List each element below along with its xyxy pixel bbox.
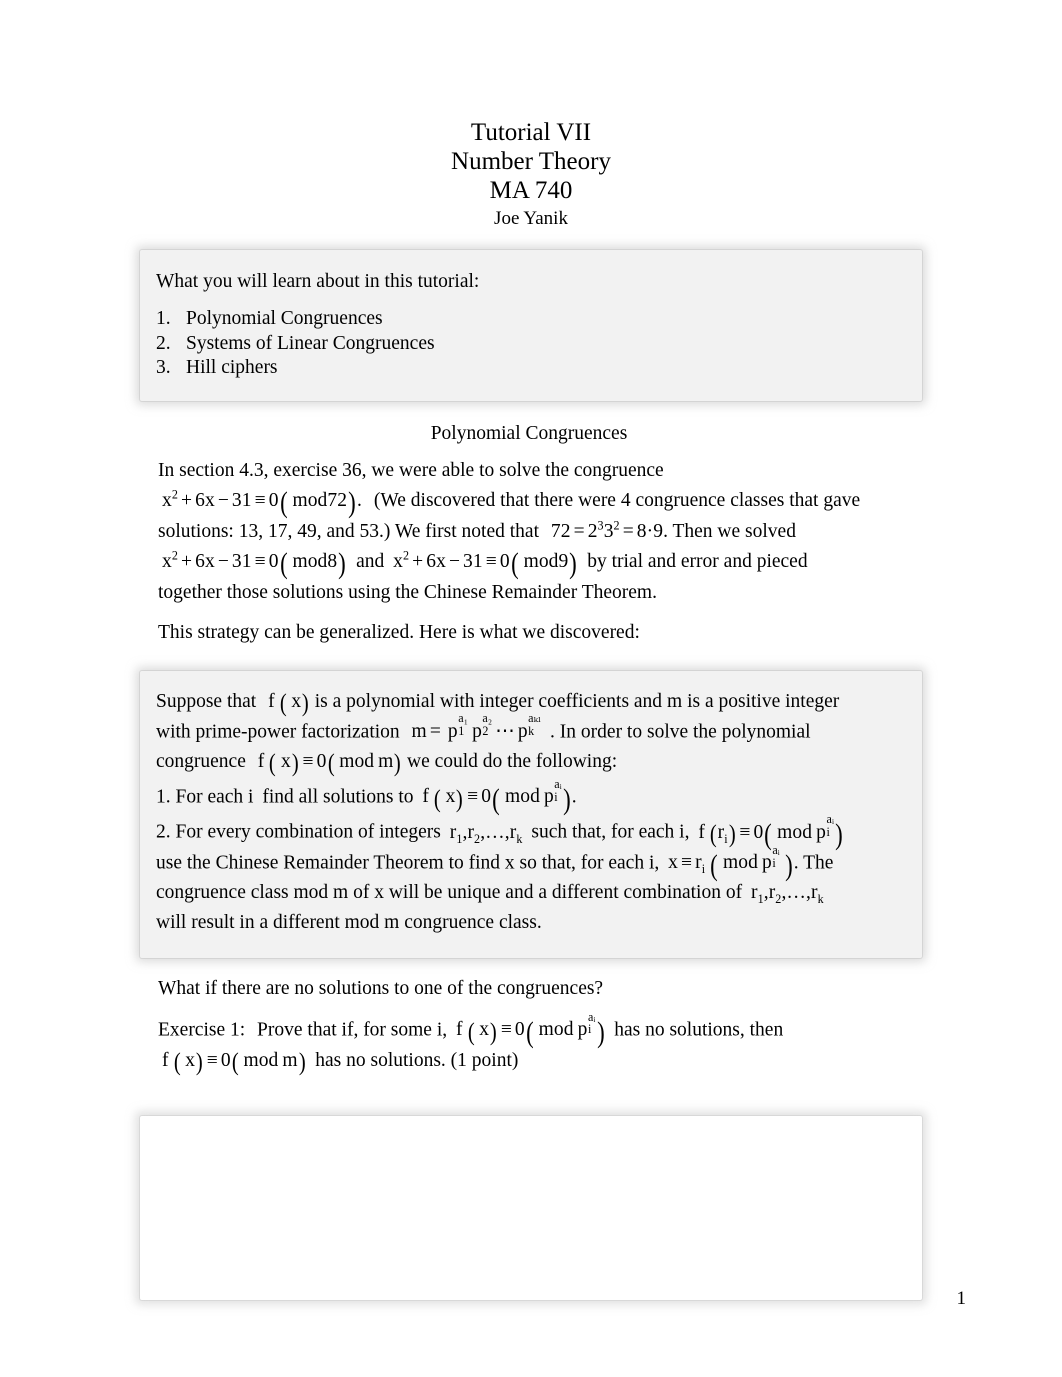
math-factorization-72: 72 = 2332 = 8·9: [550, 518, 664, 542]
exercise-text-c: has no solutions. (1 point): [315, 1049, 519, 1071]
title-line-course: MA 740: [489, 177, 573, 204]
objectives-box: What you will learn about in this tutori…: [140, 250, 922, 401]
title-line-tutorial: Tutorial VII: [470, 119, 592, 146]
section-heading: Polynomial Congruences: [430, 422, 628, 444]
theory-line-2: with prime-power factorization m = p a₁ 1 p a₂…: [156, 711, 908, 747]
list-item-number: 3.: [156, 357, 171, 378]
step-1-text-a: For each i: [175, 786, 254, 808]
math-congruence-mod8: x2 +6x −31 ≡ 0(mod8): [162, 548, 347, 581]
exercise-section: What if there are no solutions to one of…: [146, 974, 916, 1076]
step-2-text-d: . The: [793, 852, 834, 874]
no-solutions-question: What if there are no solutions to one of…: [158, 978, 604, 1000]
step-2-text-b: such that, for each i,: [531, 821, 690, 843]
math-congruence-mod-m: f(x) ≡ 0(mod m): [257, 748, 402, 778]
exercise-label: Exercise 1:: [158, 1019, 246, 1041]
intro-joiner: and: [356, 551, 385, 572]
math-congruence-mod72: x2 +6x −31 ≡ 0(mod72).: [162, 487, 367, 520]
step-1-text-b: find all solutions to: [262, 786, 414, 808]
math-exercise-congruence-m: f(x) ≡ 0(mod m): [162, 1047, 306, 1077]
step-2-text-f: will result in a different mod m congrue…: [156, 912, 542, 934]
theory-line-2a: with prime-power factorization: [156, 720, 400, 742]
theory-line-1b: is a polynomial with integer coefficient…: [314, 690, 663, 712]
math-r-sequence-1: r1,r2,…,rk: [449, 821, 523, 846]
math-exercise-congruence-pi: f(x) ≡ 0(mod p aᵢ i): [456, 1009, 605, 1049]
theory-line-3b: we could do the following:: [406, 750, 618, 772]
section-polynomial-congruences: Polynomial Congruences In section 4.3, e…: [146, 422, 916, 649]
objectives-list: 1. Polynomial Congruences 2. Systems of …: [156, 307, 908, 381]
step-2-text-e: congruence class mod m of x will be uniq…: [156, 882, 743, 904]
math-step2-crt-solution: x ≡ ri(mod p aᵢ i): [668, 842, 793, 882]
exercise-text-b: has no solutions, then: [614, 1019, 784, 1041]
strategy-paragraph: This strategy can be generalized. Here i…: [158, 622, 640, 643]
theory-box: Suppose that f(x) is a polynomial with i…: [140, 670, 922, 959]
intro-line-2a: solutions: 13, 17, 49, and 53.) We first…: [158, 520, 539, 542]
intro-paragraph: In section 4.3, exercise 36, we were abl…: [158, 456, 916, 609]
step-2-text-c: use the Chinese Remainder Theorem to fin…: [156, 852, 660, 874]
list-item: 3. Hill ciphers: [156, 356, 908, 381]
intro-line-3b: by trial and error and pieced: [587, 551, 808, 572]
page-number: 1: [956, 1288, 967, 1309]
list-item: 1. Polynomial Congruences: [156, 307, 908, 332]
theory-line-1c: is a positive integer: [687, 690, 840, 712]
intro-line-4: together those solutions using the Chine…: [158, 581, 657, 603]
list-item-number: 1.: [156, 308, 171, 329]
math-f-of-x: f(x): [268, 687, 310, 717]
exercise-1: Exercise 1: Prove that if, for some i, f…: [158, 1009, 916, 1077]
theory-line-1a: Suppose that: [156, 690, 257, 712]
exercise-text-a: Prove that if, for some i,: [257, 1019, 448, 1041]
list-item-label: Polynomial Congruences: [186, 308, 383, 329]
document-page: Tutorial VII Number Theory MA 740 Joe Ya…: [0, 0, 1062, 1377]
list-item-label: Systems of Linear Congruences: [186, 332, 435, 354]
list-item-number: 2.: [156, 332, 171, 354]
objectives-lead-in: What you will learn about in this tutori…: [156, 271, 480, 292]
list-item-label: Hill ciphers: [186, 357, 278, 378]
math-r-sequence-2: r1,r2,…,rk: [750, 882, 824, 907]
step-1-number: 1.: [156, 786, 171, 808]
list-item: 2. Systems of Linear Congruences: [156, 332, 908, 357]
document-title-block: Tutorial VII Number Theory MA 740 Joe Ya…: [0, 0, 1062, 233]
math-prime-power-factorization: m = p a₁ 1 p a₂ 2 ⋯ p aₖₗ k: [411, 711, 542, 742]
step-2-number: 2.: [156, 821, 171, 843]
math-step1-congruence: f(x) ≡ 0(mod p aᵢ i): [422, 776, 571, 816]
theory-step-1: 1. For each i find all solutions to f(x)…: [156, 776, 908, 816]
math-step2-congruence-fri: f (ri) ≡ 0(mod p aᵢ i): [698, 812, 843, 852]
math-congruence-mod9: x2 +6x −31 ≡ 0(mod9): [393, 548, 578, 581]
theory-line-3: congruence f(x) ≡ 0(mod m) we could do the …: [156, 747, 908, 777]
document-author: Joe Yanik: [494, 208, 568, 229]
intro-line-2b: . Then we solved: [663, 520, 796, 542]
math-m-symbol: m: [666, 690, 683, 712]
intro-line-1: In section 4.3, exercise 36, we were abl…: [158, 459, 664, 481]
theory-line-3a: congruence: [156, 750, 246, 772]
title-line-subject: Number Theory: [451, 148, 611, 175]
theory-step-2: 2. For every combination of integers r1,…: [156, 812, 908, 938]
step-1-text-c: .: [571, 786, 577, 808]
step-2-text-a: For every combination of integers: [175, 821, 441, 843]
intro-after-math-1: (We discovered that there were 4 congrue…: [373, 490, 861, 511]
theory-line-2b: . In order to solve the polynomial: [550, 720, 811, 742]
answer-box[interactable]: [140, 1116, 922, 1301]
